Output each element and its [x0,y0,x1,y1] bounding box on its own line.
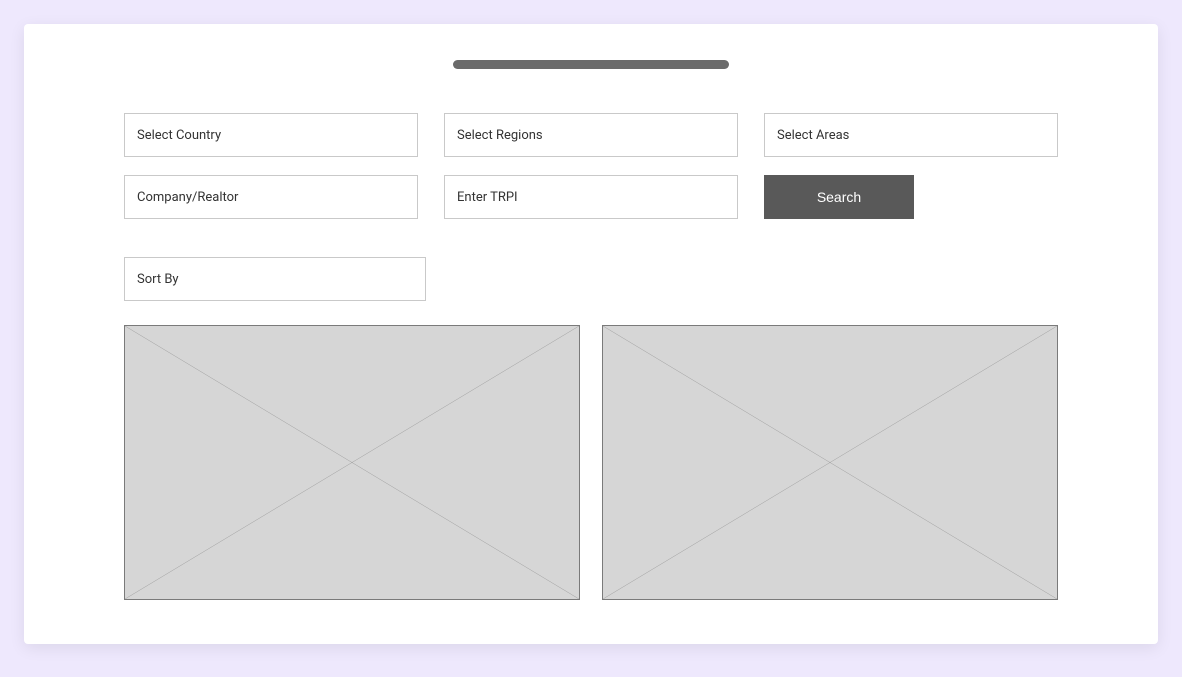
areas-select-label: Select Areas [777,128,849,143]
sort-select[interactable]: Sort By [124,257,426,301]
search-button[interactable]: Search [764,175,914,219]
result-card[interactable] [124,325,580,600]
filter-row-2: Company/Realtor Enter TRPI Search [124,175,1058,219]
filter-row-1: Select Country Select Regions Select Are… [124,113,1058,157]
sort-section: Sort By [24,257,1158,301]
regions-select[interactable]: Select Regions [444,113,738,157]
image-placeholder-icon [603,326,1057,599]
sort-select-label: Sort By [137,272,179,287]
heading-placeholder [453,60,729,69]
search-button-cell: Search [764,175,1058,219]
country-select[interactable]: Select Country [124,113,418,157]
image-placeholder-icon [125,326,579,599]
country-select-label: Select Country [137,128,221,143]
trpi-input[interactable]: Enter TRPI [444,175,738,219]
results-grid [24,325,1158,600]
regions-select-label: Select Regions [457,128,543,143]
areas-select[interactable]: Select Areas [764,113,1058,157]
company-input-placeholder: Company/Realtor [137,190,238,205]
search-button-label: Search [817,189,861,205]
company-input[interactable]: Company/Realtor [124,175,418,219]
filters-section: Select Country Select Regions Select Are… [24,113,1158,219]
trpi-input-placeholder: Enter TRPI [457,190,518,205]
main-card: Select Country Select Regions Select Are… [24,24,1158,644]
result-card[interactable] [602,325,1058,600]
